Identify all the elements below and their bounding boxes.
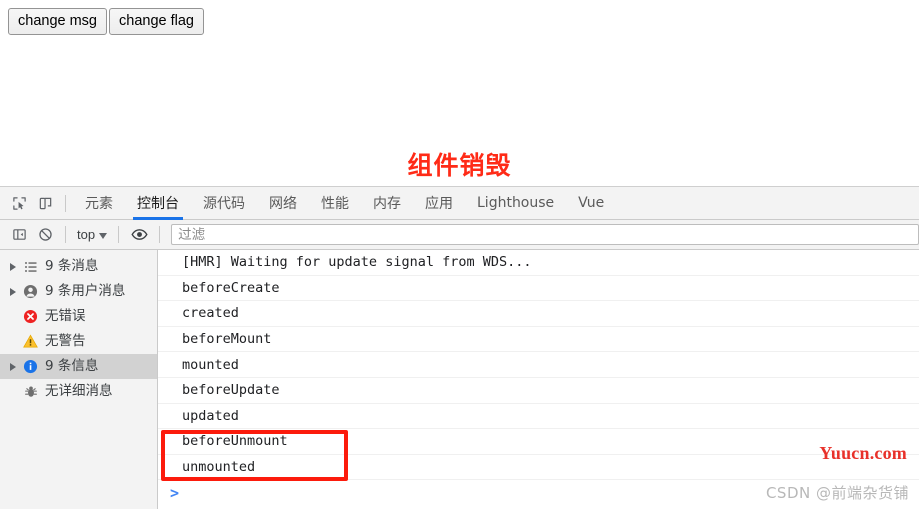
- tab-vue[interactable]: Vue: [566, 187, 616, 220]
- info-icon: [20, 359, 41, 374]
- console-row[interactable]: created: [158, 301, 919, 327]
- destroy-title-text: 组件销毁: [407, 151, 512, 180]
- sidebar-item-info[interactable]: 9 条信息: [0, 354, 157, 379]
- inspect-element-icon[interactable]: [6, 190, 32, 216]
- console-row[interactable]: beforeCreate: [158, 276, 919, 302]
- sidebar-item-label: 无错误: [45, 308, 86, 324]
- console-log-area[interactable]: [HMR] Waiting for update signal from WDS…: [158, 250, 919, 509]
- watermark-yuucn: Yuucn.com: [819, 443, 907, 463]
- tab-lighthouse[interactable]: Lighthouse: [465, 187, 566, 220]
- sidebar-item-warnings[interactable]: 无警告: [0, 329, 157, 354]
- console-sidebar-toggle-icon[interactable]: [6, 222, 32, 248]
- warning-icon: [20, 334, 41, 349]
- verbose-bug-icon: [20, 385, 41, 399]
- console-row[interactable]: updated: [158, 404, 919, 430]
- clear-console-icon[interactable]: [32, 222, 58, 248]
- screenshot-root: change msg change flag 组件销毁 元素 控制台 源代码 网…: [0, 0, 919, 509]
- web-page-viewport: change msg change flag 组件销毁: [0, 0, 919, 186]
- console-body: 9 条消息 9 条用户消息 无错误 无警告 9 条信息 无详细消息 [HMR] …: [0, 250, 919, 509]
- disclosure-triangle-icon[interactable]: [6, 362, 20, 371]
- tab-network[interactable]: 网络: [257, 187, 309, 220]
- sidebar-item-messages[interactable]: 9 条消息: [0, 254, 157, 279]
- disclosure-triangle-icon[interactable]: [6, 262, 20, 271]
- error-icon: [20, 309, 41, 324]
- sidebar-item-label: 9 条用户消息: [45, 283, 126, 299]
- console-toolbar-divider-2: [118, 226, 120, 243]
- console-row[interactable]: beforeMount: [158, 327, 919, 353]
- console-row[interactable]: beforeUnmount: [158, 429, 919, 455]
- sidebar-item-label: 无警告: [45, 333, 86, 349]
- console-row[interactable]: unmounted: [158, 455, 919, 481]
- tab-sources[interactable]: 源代码: [191, 187, 257, 220]
- sidebar-item-label: 9 条消息: [45, 258, 99, 274]
- sidebar-item-errors[interactable]: 无错误: [0, 304, 157, 329]
- console-toolbar: top: [0, 220, 919, 250]
- prompt-arrow-icon: >: [170, 484, 180, 503]
- tab-memory[interactable]: 内存: [361, 187, 413, 220]
- sidebar-item-verbose[interactable]: 无详细消息: [0, 379, 157, 404]
- tab-application[interactable]: 应用: [413, 187, 465, 220]
- devtools-tabbar: 元素 控制台 源代码 网络 性能 内存 应用 Lighthouse Vue: [0, 187, 919, 220]
- watermark-csdn: CSDN @前端杂货铺: [765, 484, 909, 502]
- user-icon: [20, 284, 41, 299]
- execution-context-label: top: [77, 227, 96, 242]
- console-toolbar-divider-1: [65, 226, 66, 243]
- tab-console[interactable]: 控制台: [125, 187, 191, 220]
- toolbar-divider: [65, 194, 66, 212]
- sidebar-item-label: 9 条信息: [45, 358, 99, 374]
- list-icon: [20, 260, 41, 274]
- devtools-panel: 元素 控制台 源代码 网络 性能 内存 应用 Lighthouse Vue to…: [0, 186, 919, 509]
- execution-context-selector[interactable]: top: [73, 227, 111, 242]
- disclosure-triangle-icon[interactable]: [6, 287, 20, 296]
- device-toolbar-icon[interactable]: [32, 190, 58, 216]
- tab-performance[interactable]: 性能: [309, 187, 361, 220]
- console-filter-input[interactable]: [171, 224, 919, 245]
- chevron-down-icon: [99, 232, 108, 239]
- console-row[interactable]: beforeUpdate: [158, 378, 919, 404]
- change-flag-button[interactable]: change flag: [109, 8, 204, 35]
- console-row[interactable]: [HMR] Waiting for update signal from WDS…: [158, 250, 919, 276]
- console-toolbar-divider-3: [159, 226, 161, 243]
- live-expression-eye-icon[interactable]: [126, 222, 152, 248]
- console-row[interactable]: mounted: [158, 352, 919, 378]
- console-sidebar: 9 条消息 9 条用户消息 无错误 无警告 9 条信息 无详细消息: [0, 250, 158, 509]
- change-msg-button[interactable]: change msg: [8, 8, 107, 35]
- sidebar-item-user-messages[interactable]: 9 条用户消息: [0, 279, 157, 304]
- devtools-tab-list: 元素 控制台 源代码 网络 性能 内存 应用 Lighthouse Vue: [73, 187, 616, 220]
- sidebar-item-label: 无详细消息: [45, 383, 113, 399]
- tab-elements[interactable]: 元素: [73, 187, 125, 220]
- page-button-row: change msg change flag: [8, 8, 206, 35]
